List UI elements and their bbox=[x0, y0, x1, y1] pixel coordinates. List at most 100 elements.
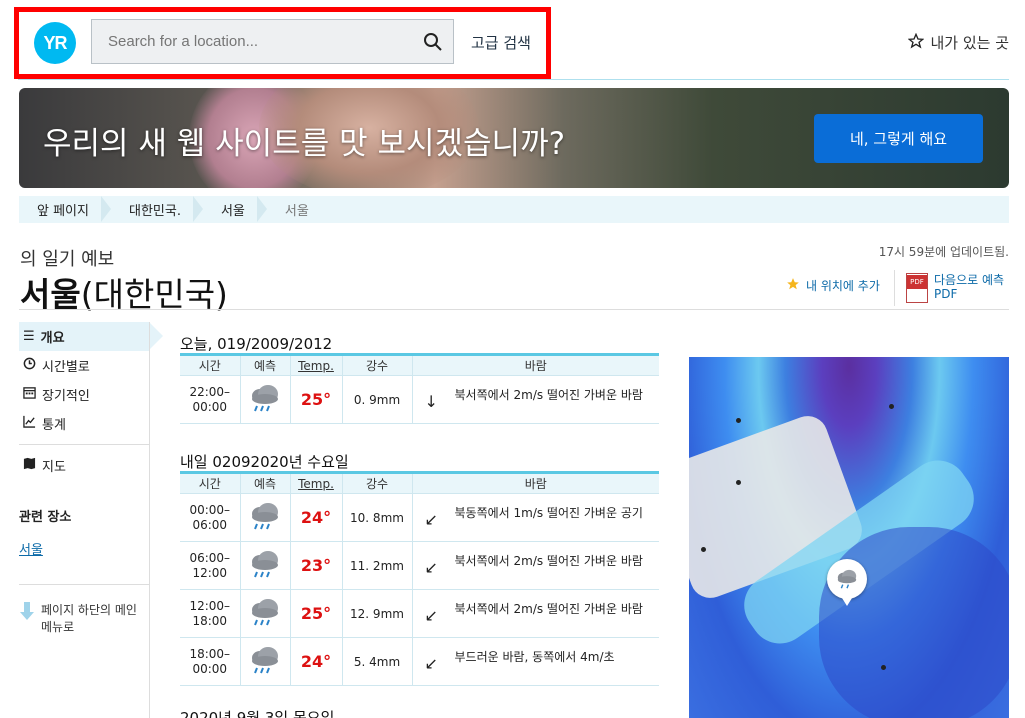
time-start: 12:00– bbox=[189, 598, 231, 613]
list-icon: ☰ bbox=[23, 329, 35, 344]
breadcrumb-region[interactable]: 서울 bbox=[203, 196, 267, 223]
wind-text: 북서쪽에서 2m/s 떨어진 가벼운 바람 bbox=[454, 554, 643, 568]
wind-arrow-icon: ↙ bbox=[424, 606, 438, 625]
nav-divider bbox=[19, 444, 149, 445]
wind-arrow-icon: ↓ bbox=[424, 392, 438, 411]
col-temp-label: Temp. bbox=[298, 476, 334, 491]
col-precip: 강수 bbox=[342, 472, 413, 494]
row-temp: 24° bbox=[290, 493, 343, 542]
header-divider bbox=[18, 79, 1009, 80]
rain-cloud-icon bbox=[837, 569, 857, 589]
advanced-search-link[interactable]: 고급 검색 bbox=[471, 32, 531, 53]
nav-longterm-label: 장기적인 bbox=[42, 389, 90, 404]
wind-text: 부드러운 바람, 동쪽에서 4m/초 bbox=[454, 650, 615, 664]
row-time: 00:00– 06:00 bbox=[180, 493, 241, 542]
time-start: 06:00– bbox=[189, 550, 231, 565]
row-precip: 10. 8mm bbox=[342, 493, 413, 542]
vertical-divider bbox=[894, 270, 895, 306]
time-end: 12:00 bbox=[192, 565, 228, 580]
time-end: 18:00 bbox=[192, 613, 228, 628]
breadcrumb-country[interactable]: 대한민국. bbox=[111, 196, 203, 223]
col-temp[interactable]: Temp. bbox=[290, 354, 343, 376]
calendar-icon bbox=[23, 386, 36, 403]
breadcrumb-home[interactable]: 앞 페이지 bbox=[19, 196, 111, 223]
nav-overview-label: 개요 bbox=[40, 331, 65, 346]
nav-hourly[interactable]: 시간별로 bbox=[19, 351, 149, 380]
map-icon bbox=[23, 457, 36, 474]
map-heavy-rain bbox=[819, 527, 1009, 718]
time-start: 22:00– bbox=[189, 384, 231, 399]
time-start: 00:00– bbox=[189, 502, 231, 517]
map-city-dot bbox=[889, 404, 894, 409]
nav-map[interactable]: 지도 bbox=[19, 451, 149, 480]
rain-cloud-icon bbox=[240, 541, 291, 590]
nav-longterm[interactable]: 장기적인 bbox=[19, 380, 149, 409]
col-time: 시간 bbox=[180, 472, 241, 494]
wind-arrow-icon: ↙ bbox=[424, 558, 438, 577]
pdf-label-1: 다음으로 예측 bbox=[934, 273, 1005, 287]
row-time: 12:00– 18:00 bbox=[180, 589, 241, 638]
star-filled-icon bbox=[786, 277, 800, 294]
nav-vertical-divider bbox=[149, 322, 150, 718]
col-wind: 바람 bbox=[412, 472, 659, 494]
nav-map-label: 지도 bbox=[42, 460, 66, 475]
row-time: 22:00– 00:00 bbox=[180, 375, 241, 424]
to-bottom-menu-label: 페이지 하단의 메인 메뉴로 bbox=[41, 603, 137, 634]
table-header-row: 시간 예측 Temp. 강수 바람 bbox=[180, 354, 659, 376]
time-end: 06:00 bbox=[192, 517, 228, 532]
try-new-site-button[interactable]: 네, 그렇게 해요 bbox=[814, 114, 983, 163]
map-city-dot bbox=[736, 418, 741, 423]
nav-statistics[interactable]: 통계 bbox=[19, 409, 149, 438]
rain-cloud-icon bbox=[240, 375, 291, 424]
table-row: 06:00– 12:00 23° 11. 2mm ↙ 북서쪽에서 2m/s 떨어진… bbox=[180, 541, 659, 590]
map-city-dot bbox=[736, 480, 741, 485]
row-precip: 5. 4mm bbox=[342, 637, 413, 686]
updated-time: 17시 59분에 업데이트됨. bbox=[878, 245, 1009, 259]
related-places-heading: 관련 장소 bbox=[19, 510, 72, 525]
row-precip: 11. 2mm bbox=[342, 541, 413, 590]
today-forecast-table: 시간 예측 Temp. 강수 바람 22:00– 00:00 25° 0. 9mm… bbox=[180, 353, 659, 424]
time-end: 00:00 bbox=[192, 399, 228, 414]
table-row: 00:00– 06:00 24° 10. 8mm ↙ 북동쪽에서 1m/s 떨어진… bbox=[180, 493, 659, 542]
to-bottom-menu-link[interactable]: 페이지 하단의 메인 메뉴로 bbox=[19, 584, 149, 635]
search-input[interactable] bbox=[92, 20, 413, 63]
wind-arrow-icon: ↙ bbox=[424, 654, 438, 673]
add-location-link[interactable]: 내 위치에 추가 bbox=[786, 277, 880, 294]
precipitation-map[interactable] bbox=[689, 357, 1009, 718]
row-temp: 24° bbox=[290, 637, 343, 686]
col-temp[interactable]: Temp. bbox=[290, 472, 343, 494]
row-wind: ↙ 부드러운 바람, 동쪽에서 4m/초 bbox=[412, 637, 659, 686]
wind-text: 북서쪽에서 2m/s 떨어진 가벼운 바람 bbox=[454, 602, 643, 616]
col-time: 시간 bbox=[180, 354, 241, 376]
arrow-down-icon bbox=[19, 601, 35, 635]
yr-logo[interactable]: YR bbox=[34, 22, 76, 64]
new-site-banner: 우리의 새 웹 사이트를 맛 보시겠습니까? 네, 그렇게 해요 bbox=[19, 88, 1009, 188]
banner-text: 우리의 새 웹 사이트를 맛 보시겠습니까? bbox=[43, 126, 566, 162]
time-end: 00:00 bbox=[192, 661, 228, 676]
row-time: 06:00– 12:00 bbox=[180, 541, 241, 590]
pdf-forecast-link[interactable]: 다음으로 예측PDF bbox=[906, 273, 1004, 303]
col-forecast: 예측 bbox=[240, 472, 291, 494]
search-box bbox=[91, 19, 454, 64]
location-pin[interactable] bbox=[827, 559, 867, 606]
related-place-link[interactable]: 서울 bbox=[19, 539, 149, 558]
favorites-label: 내가 있는 곳 bbox=[930, 34, 1009, 52]
table-row: 12:00– 18:00 25° 12. 9mm ↙ 북서쪽에서 2m/s 떨어진… bbox=[180, 589, 659, 638]
next-day-title: 2020년 9월 3일 목요일 bbox=[180, 709, 335, 718]
favorites-link[interactable]: 내가 있는 곳 bbox=[908, 32, 1009, 53]
col-wind: 바람 bbox=[412, 354, 659, 376]
time-start: 18:00– bbox=[189, 646, 231, 661]
table-row: 22:00– 00:00 25° 0. 9mm ↓ 북서쪽에서 2m/s 떨어진 … bbox=[180, 375, 659, 424]
row-temp: 25° bbox=[290, 589, 343, 638]
chart-icon bbox=[23, 415, 36, 432]
wind-arrow-icon: ↙ bbox=[424, 510, 438, 529]
nav-overview[interactable]: ☰ 개요 bbox=[19, 322, 163, 351]
row-temp: 23° bbox=[290, 541, 343, 590]
row-wind: ↙ 북서쪽에서 2m/s 떨어진 가벼운 바람 bbox=[412, 541, 659, 590]
add-location-label: 내 위치에 추가 bbox=[806, 279, 880, 293]
col-precip: 강수 bbox=[342, 354, 413, 376]
table-row: 18:00– 00:00 24° 5. 4mm ↙ 부드러운 바람, 동쪽에서 4… bbox=[180, 637, 659, 686]
row-wind: ↓ 북서쪽에서 2m/s 떨어진 가벼운 바람 bbox=[412, 375, 659, 424]
tomorrow-forecast-table: 시간 예측 Temp. 강수 바람 00:00– 06:00 24° 10. 8m… bbox=[180, 471, 659, 686]
search-icon[interactable] bbox=[413, 20, 453, 63]
